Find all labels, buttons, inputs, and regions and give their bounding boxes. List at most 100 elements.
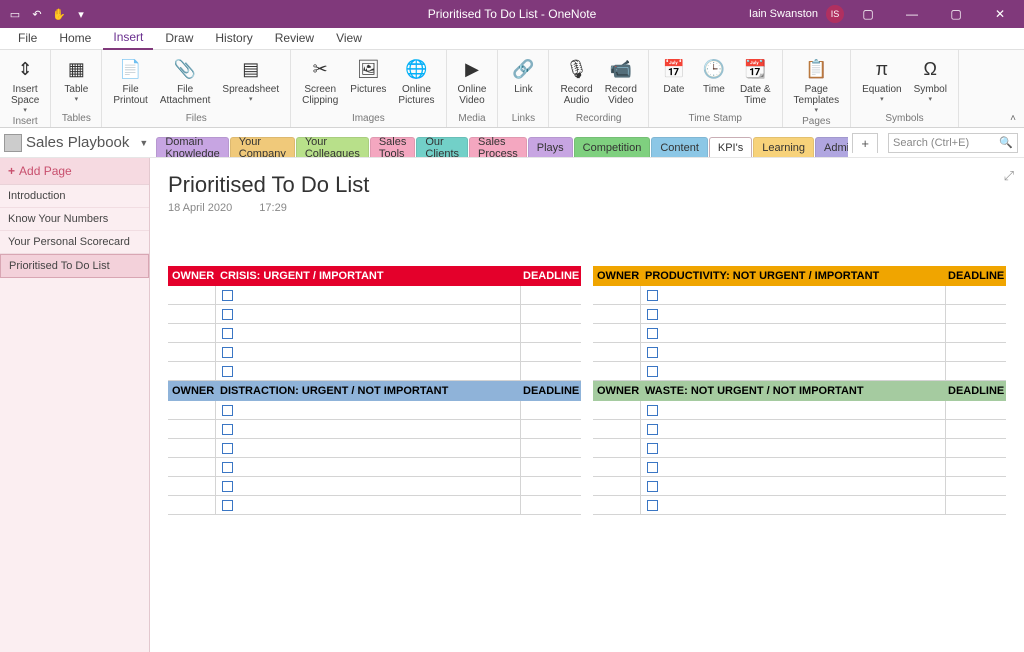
add-page-button[interactable]: +Add Page — [0, 158, 149, 185]
section-tab-sales-process[interactable]: Sales Process — [469, 137, 527, 157]
table-row[interactable] — [593, 324, 1006, 343]
section-tab-learning[interactable]: Learning — [753, 137, 814, 157]
section-tab-sales-tools[interactable]: Sales Tools — [370, 137, 416, 157]
close-button[interactable]: ✕ — [980, 0, 1020, 28]
checkbox[interactable] — [647, 347, 658, 358]
menu-tab-file[interactable]: File — [8, 28, 47, 49]
ribbon-date-time-button[interactable]: 📆Date &Time — [735, 52, 776, 111]
page-time[interactable]: 17:29 — [259, 202, 287, 214]
checkbox[interactable] — [647, 328, 658, 339]
page-item[interactable]: Know Your Numbers — [0, 208, 149, 231]
table-row[interactable] — [593, 439, 1006, 458]
page-canvas[interactable]: ⤢ Prioritised To Do List 18 April 2020 1… — [150, 158, 1024, 652]
ribbon-pictures-button[interactable]: 🖼Pictures — [345, 52, 391, 111]
table-row[interactable] — [593, 343, 1006, 362]
section-tab-content[interactable]: Content — [651, 137, 708, 157]
page-item[interactable]: Your Personal Scorecard — [0, 231, 149, 254]
notebook-title[interactable]: Sales Playbook — [26, 134, 131, 151]
section-tab-domain-knowledge[interactable]: Domain Knowledge — [156, 137, 228, 157]
ribbon-page-templates-button[interactable]: 📋PageTemplates▾ — [789, 52, 845, 114]
notebook-dropdown-icon[interactable]: ▼ — [135, 138, 152, 148]
checkbox[interactable] — [222, 347, 233, 358]
ribbon-record-audio-button[interactable]: 🎙RecordAudio — [555, 52, 597, 111]
checkbox[interactable] — [647, 481, 658, 492]
checkbox[interactable] — [647, 290, 658, 301]
minimize-button[interactable]: — — [892, 0, 932, 28]
checkbox[interactable] — [647, 443, 658, 454]
table-row[interactable] — [593, 420, 1006, 439]
page-date[interactable]: 18 April 2020 — [168, 202, 232, 214]
checkbox[interactable] — [222, 443, 233, 454]
ribbon-spreadsheet-button[interactable]: ▤Spreadsheet▾ — [217, 52, 284, 111]
table-row[interactable] — [593, 496, 1006, 515]
menu-tab-review[interactable]: Review — [265, 28, 324, 49]
table-row[interactable] — [168, 439, 581, 458]
fullscreen-icon[interactable]: ⤢ — [1004, 168, 1014, 184]
ribbon-insert-space-button[interactable]: ⇕InsertSpace▾ — [6, 52, 44, 114]
ribbon-symbol-button[interactable]: ΩSymbol▾ — [909, 52, 952, 111]
ribbon-table-button[interactable]: ▦Table▾ — [57, 52, 95, 111]
search-input[interactable]: Search (Ctrl+E) 🔍 — [888, 133, 1018, 153]
table-row[interactable] — [168, 458, 581, 477]
save-icon[interactable]: ▭ — [8, 7, 22, 21]
maximize-button[interactable]: ▢ — [936, 0, 976, 28]
ribbon-screen-clipping-button[interactable]: ✂ScreenClipping — [297, 52, 343, 111]
section-tab-our-clients[interactable]: Our Clients — [416, 137, 468, 157]
table-row[interactable] — [168, 420, 581, 439]
ribbon-equation-button[interactable]: πEquation▾ — [857, 52, 906, 111]
checkbox[interactable] — [647, 309, 658, 320]
ribbon-link-button[interactable]: 🔗Link — [504, 52, 542, 111]
table-row[interactable] — [593, 477, 1006, 496]
checkbox[interactable] — [222, 366, 233, 377]
section-tab-your-colleagues[interactable]: Your Colleagues — [296, 137, 369, 157]
checkbox[interactable] — [647, 366, 658, 377]
page-item[interactable]: Prioritised To Do List — [0, 254, 149, 278]
ribbon-attachment-button[interactable]: 📎FileAttachment — [155, 52, 216, 111]
checkbox[interactable] — [222, 405, 233, 416]
undo-icon[interactable]: ↶ — [30, 7, 44, 21]
menu-tab-insert[interactable]: Insert — [103, 27, 153, 50]
ribbon-record-video-button[interactable]: 📹RecordVideo — [600, 52, 642, 111]
notebook-icon[interactable] — [4, 134, 22, 152]
menu-tab-view[interactable]: View — [326, 28, 372, 49]
ribbon-online-video-button[interactable]: ▶OnlineVideo — [453, 52, 492, 111]
table-row[interactable] — [593, 458, 1006, 477]
table-row[interactable] — [168, 343, 581, 362]
table-row[interactable] — [168, 362, 581, 381]
page-item[interactable]: Introduction — [0, 185, 149, 208]
checkbox[interactable] — [222, 309, 233, 320]
checkbox[interactable] — [222, 328, 233, 339]
menu-tab-home[interactable]: Home — [49, 28, 101, 49]
ribbon-online-pictures-button[interactable]: 🌐OnlinePictures — [393, 52, 439, 111]
touch-mode-icon[interactable]: ✋ — [52, 7, 66, 21]
section-tab-kpi-s[interactable]: KPI's — [709, 137, 752, 157]
ribbon-date-button[interactable]: 📅Date — [655, 52, 693, 111]
table-row[interactable] — [168, 401, 581, 420]
page-title[interactable]: Prioritised To Do List — [168, 172, 1006, 198]
table-row[interactable] — [593, 401, 1006, 420]
ribbon-display-icon[interactable]: ▢ — [848, 0, 888, 28]
checkbox[interactable] — [222, 481, 233, 492]
checkbox[interactable] — [222, 290, 233, 301]
checkbox[interactable] — [222, 462, 233, 473]
user-name[interactable]: Iain Swanston — [749, 8, 818, 20]
section-tab-competition[interactable]: Competition — [574, 137, 651, 157]
menu-tab-draw[interactable]: Draw — [155, 28, 203, 49]
qat-customize-icon[interactable]: ▾ — [74, 7, 88, 21]
table-row[interactable] — [168, 305, 581, 324]
checkbox[interactable] — [222, 424, 233, 435]
checkbox[interactable] — [647, 500, 658, 511]
checkbox[interactable] — [222, 500, 233, 511]
section-tab-plays[interactable]: Plays — [528, 137, 573, 157]
ribbon-file-printout-button[interactable]: 📄FilePrintout — [108, 52, 152, 111]
section-tab-your-company[interactable]: Your Company — [230, 137, 295, 157]
checkbox[interactable] — [647, 424, 658, 435]
table-row[interactable] — [168, 286, 581, 305]
table-row[interactable] — [593, 305, 1006, 324]
ribbon-time-button[interactable]: 🕒Time — [695, 52, 733, 111]
add-section-button[interactable]: + — [852, 133, 878, 153]
section-tab-admin[interactable]: Admin — [815, 137, 848, 157]
table-row[interactable] — [168, 477, 581, 496]
collapse-ribbon-icon[interactable]: ˄ — [1010, 113, 1016, 124]
table-row[interactable] — [593, 286, 1006, 305]
